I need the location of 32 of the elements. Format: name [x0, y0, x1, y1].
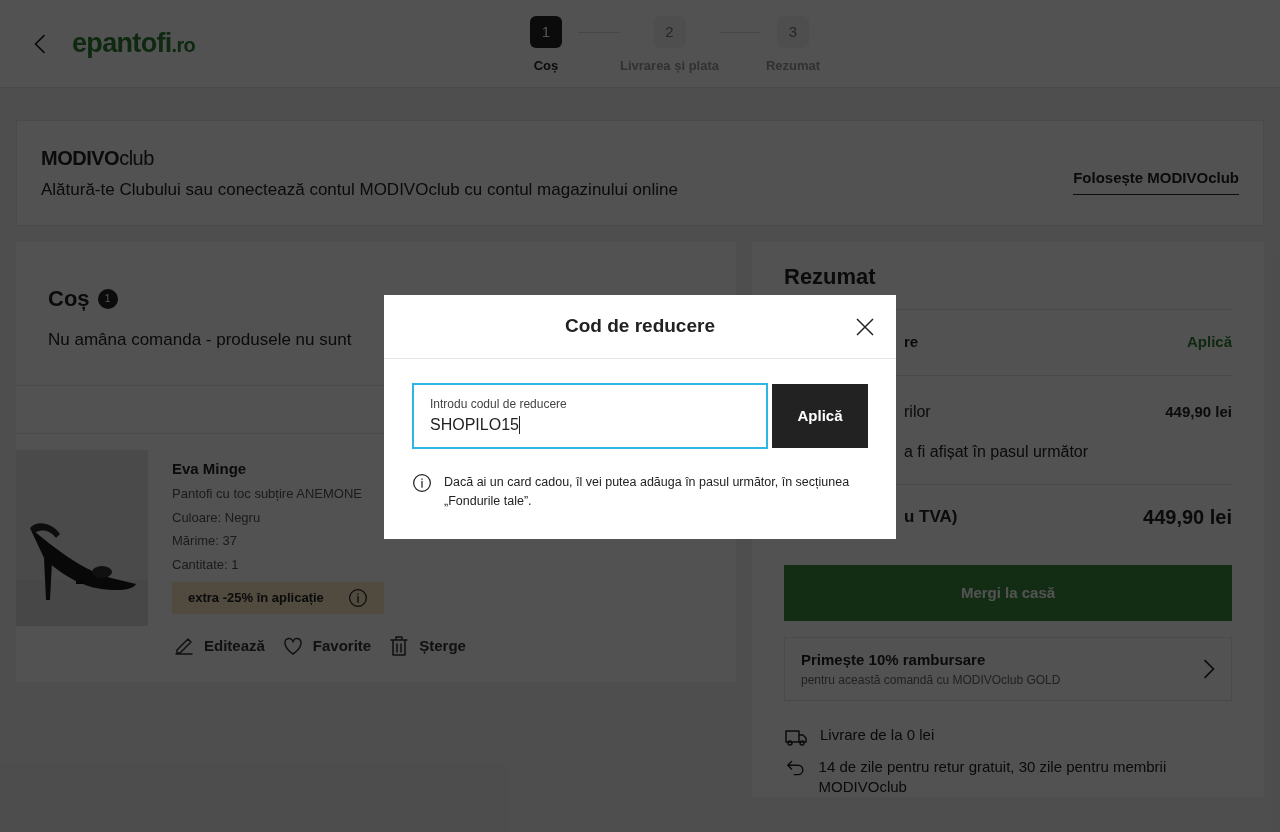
summary-label: u TVA) [904, 506, 958, 529]
info-icon [412, 473, 432, 493]
amount-value: 449,90 lei [1165, 401, 1232, 422]
apply-link[interactable]: Aplică [1187, 331, 1232, 354]
club-link[interactable]: Folosește MODIVOclub [1073, 167, 1239, 195]
dialog-title: Cod de reducere [565, 314, 715, 339]
cart-title: Coș [48, 285, 90, 313]
benefit-text: 14 de zile pentru retur gratuit, 30 zile pentru membrii MODIVOclub [818, 757, 1168, 797]
summary-label: re [904, 332, 919, 353]
product-action[interactable]: Favorite [280, 634, 372, 658]
cart-notice: Nu amâna comanda - produsele nu sunt [48, 329, 353, 351]
checkout-step[interactable]: 1 Coș [510, 16, 582, 76]
total-value: 449,90 lei [1143, 505, 1232, 530]
summary-label: rilor [904, 402, 931, 422]
logo[interactable]: epantofi.ro [72, 23, 196, 64]
cashback-title: Primește 10% rambursare [801, 649, 987, 670]
promo-text: extra -25% în aplicație [188, 589, 324, 608]
product-action[interactable]: Șterge [387, 634, 466, 658]
apply-button[interactable]: Aplică [772, 384, 868, 448]
product-action[interactable]: Editează [172, 634, 265, 658]
gift-card-note: Dacă ai un card cadou, îl vei putea adăuga în pasul următor, în secțiunea „Fondurile tale”. [444, 474, 851, 510]
close-icon[interactable] [856, 318, 874, 336]
summary-title: Rezumat [784, 264, 876, 290]
chevron-right-icon [1203, 659, 1215, 679]
banner-text: Alătură-te Clubului sau conectează contul MODIVOclub cu contul magazinului online [41, 179, 678, 202]
discount-code-field[interactable]: Introdu codul de reducere SHOPILO15 [412, 383, 768, 449]
product-brand: Eva Minge [172, 458, 248, 479]
count-badge: 1 [97, 288, 118, 309]
club-logo: MODIVOclub [41, 146, 155, 172]
info-icon [348, 588, 368, 608]
benefit-text: Livrare de la 0 lei [820, 725, 935, 745]
summary-label: a fi afișat în pasul următor [904, 443, 1089, 460]
